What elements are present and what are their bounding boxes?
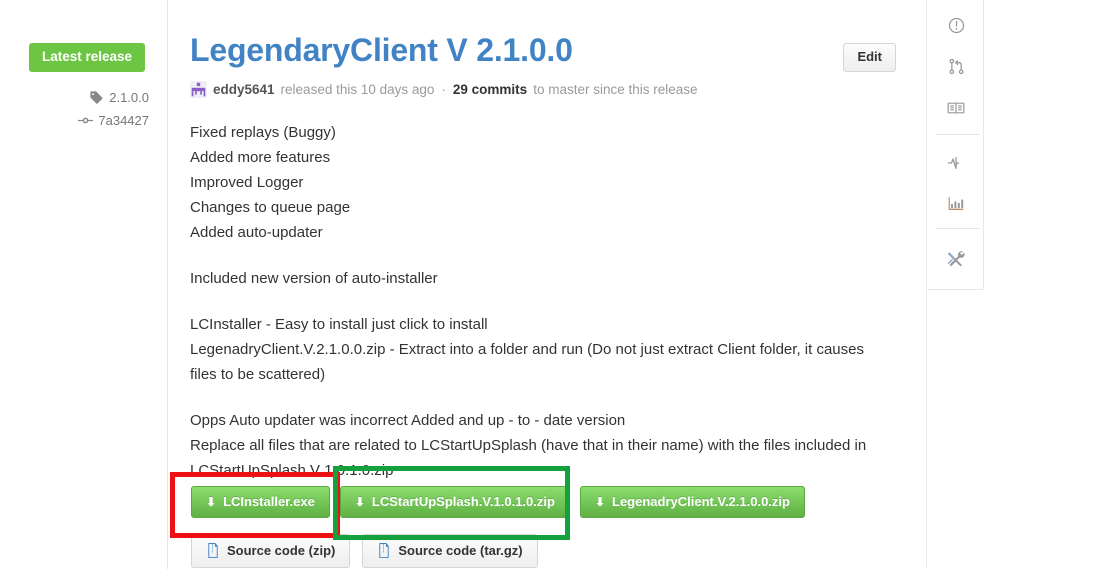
download-button-group: ⬇ LCInstaller.exe ⬇ LCStartUpSplash.V.1.… bbox=[191, 486, 805, 518]
download-arrow-icon: ⬇ bbox=[206, 494, 217, 509]
commits-suffix-text: to master since this release bbox=[533, 82, 698, 97]
rail-item-graphs[interactable] bbox=[928, 183, 984, 224]
release-meta-column: Latest release 2.1.0.0 7a34427 bbox=[0, 0, 168, 569]
release-author[interactable]: eddy5641 bbox=[213, 81, 275, 99]
download-button-lcinstaller[interactable]: ⬇ LCInstaller.exe bbox=[191, 486, 330, 518]
tools-icon bbox=[946, 249, 966, 268]
latest-release-badge: Latest release bbox=[29, 43, 146, 72]
rail-item-pull-requests[interactable] bbox=[928, 46, 984, 87]
release-page: Latest release 2.1.0.0 7a34427 Edit Lege… bbox=[0, 0, 1106, 569]
release-tag[interactable]: 2.1.0.0 bbox=[89, 90, 149, 105]
rail-separator bbox=[936, 228, 980, 229]
release-note-paragraph: Fixed replays (Buggy) Added more feature… bbox=[190, 124, 351, 241]
rail-item-issues[interactable] bbox=[928, 5, 984, 46]
download-arrow-icon: ⬇ bbox=[354, 494, 365, 509]
release-tag-label: 2.1.0.0 bbox=[109, 90, 149, 105]
source-code-zip-button[interactable]: Source code (zip) bbox=[191, 534, 351, 568]
download-label: LegenadryClient.V.2.1.0.0.zip bbox=[612, 494, 790, 509]
release-note-paragraph: Included new version of auto-installer bbox=[190, 270, 438, 287]
source-code-label: Source code (tar.gz) bbox=[398, 543, 523, 558]
release-body: Edit LegendaryClient V 2.1.0.0 eddy5641 … bbox=[169, 0, 927, 569]
download-label: LCInstaller.exe bbox=[223, 494, 315, 509]
rail-item-wiki[interactable] bbox=[928, 87, 984, 128]
graph-bar-icon bbox=[947, 196, 965, 212]
commits-count-link[interactable]: 29 commits bbox=[453, 81, 527, 99]
rail-separator bbox=[936, 134, 980, 135]
release-note-paragraph: LCInstaller - Easy to install just click… bbox=[190, 316, 864, 383]
source-code-label: Source code (zip) bbox=[227, 543, 336, 558]
file-zip-icon bbox=[206, 543, 220, 558]
release-commit[interactable]: 7a34427 bbox=[78, 113, 149, 128]
release-commit-label: 7a34427 bbox=[98, 113, 149, 128]
source-code-targz-button[interactable]: Source code (tar.gz) bbox=[362, 534, 538, 568]
tag-icon bbox=[89, 90, 104, 105]
release-note-paragraph: Opps Auto updater was incorrect Added an… bbox=[190, 412, 867, 479]
release-notes: Fixed replays (Buggy) Added more feature… bbox=[190, 120, 890, 483]
release-date-text: released this 10 days ago bbox=[280, 82, 435, 97]
avatar-identicon bbox=[190, 81, 207, 99]
pulse-icon bbox=[947, 155, 965, 171]
download-button-legenadryclient[interactable]: ⬇ LegenadryClient.V.2.1.0.0.zip bbox=[579, 486, 805, 518]
issue-opened-icon bbox=[948, 17, 965, 34]
repo-icon-rail bbox=[928, 0, 984, 290]
book-icon bbox=[947, 100, 965, 116]
edit-button[interactable]: Edit bbox=[843, 43, 896, 72]
commit-icon bbox=[78, 113, 94, 128]
source-code-group: Source code (zip) Source code (tar.gz) bbox=[191, 534, 538, 568]
file-zip-icon bbox=[377, 543, 391, 558]
git-pull-request-icon bbox=[948, 58, 965, 75]
release-byline: eddy5641 released this 10 days ago · 29 … bbox=[190, 81, 698, 99]
download-arrow-icon: ⬇ bbox=[594, 494, 605, 509]
download-label: LCStartUpSplash.V.1.0.1.0.zip bbox=[371, 494, 555, 509]
download-button-lcstartupsplash[interactable]: ⬇ LCStartUpSplash.V.1.0.1.0.zip bbox=[339, 486, 570, 518]
release-title[interactable]: LegendaryClient V 2.1.0.0 bbox=[190, 32, 573, 68]
rail-item-pulse[interactable] bbox=[928, 142, 984, 183]
rail-item-settings[interactable] bbox=[928, 238, 984, 279]
byline-separator: · bbox=[441, 82, 446, 97]
